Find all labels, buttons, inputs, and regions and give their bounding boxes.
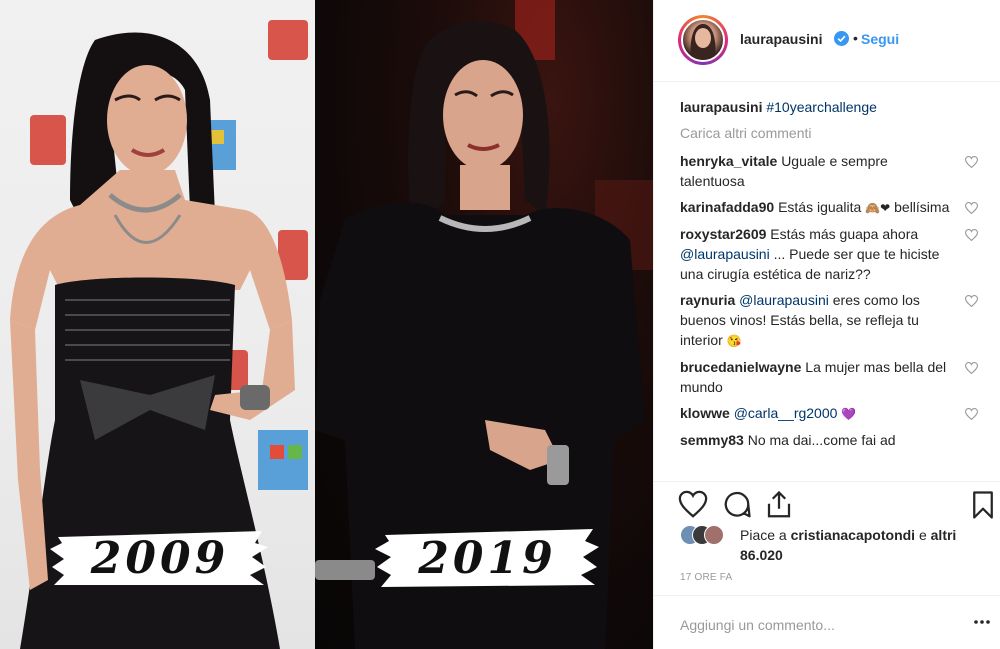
year-label-2019: 2019 [418,532,557,584]
comment-username-link[interactable]: roxystar2609 [680,226,766,242]
liker-avatar [704,525,724,545]
post-sidebar: laurapausini • Segui laurapausini #10yea… [653,0,1000,649]
caption-username-link[interactable]: laurapausini [680,99,762,115]
likers-avatars[interactable] [680,525,732,547]
year-banner-2009: 2009 [50,523,270,593]
comment-input[interactable] [680,614,950,636]
comment-item: roxystar2609 Estás más guapa ahora @laur… [680,224,980,284]
comment-like-heart-icon[interactable] [965,295,978,307]
comment-like-heart-icon[interactable] [965,408,978,420]
comment-like-heart-icon[interactable] [965,202,978,214]
like-heart-icon[interactable] [678,490,708,520]
comment-item: karinafadda90 Estás igualita 🙈❤ bellísim… [680,197,980,218]
likes-text: Piace a cristianacapotondi e altri 86.02… [740,525,980,565]
header-separator: • [853,30,858,46]
verified-badge-icon [834,31,849,46]
story-ring[interactable] [678,15,728,65]
comment-username-link[interactable]: henryka_vitale [680,153,777,169]
comment-like-heart-icon[interactable] [965,362,978,374]
comment-item: raynuria @laurapausini eres como los bue… [680,290,980,351]
comment-username-link[interactable]: klowwe [680,405,730,421]
comment-like-heart-icon[interactable] [965,156,978,168]
caption-hashtag-link[interactable]: #10yearchallenge [766,99,877,115]
year-banner-2019: 2019 [375,523,600,593]
follow-button[interactable]: Segui [861,31,899,47]
year-label-2009: 2009 [90,532,230,584]
comment-text-continued: bellísima [894,199,950,215]
comment-username-link[interactable]: karinafadda90 [680,199,774,215]
more-options-icon[interactable] [972,612,992,632]
comment-emoji: 🙈❤ [865,201,891,215]
post-actions-bar [654,481,1000,531]
comment-text: Estás más guapa ahora [770,226,919,242]
avatar[interactable] [681,18,725,62]
comment-username-link[interactable]: brucedanielwayne [680,359,801,375]
liker-username-link[interactable]: cristianacapotondi [791,527,915,543]
comment-text: Estás igualita [778,199,862,215]
comment-item: henryka_vitale Uguale e sempre talentuos… [680,151,980,191]
bookmark-icon[interactable] [968,490,998,520]
share-upload-icon[interactable] [764,490,794,520]
comment-item: brucedanielwayne La mujer mas bella del … [680,357,980,397]
comment-username-link[interactable]: raynuria [680,292,735,308]
comment-emoji: 😘 [726,334,742,348]
comment-emoji: 💜 [841,407,857,421]
load-more-comments-button[interactable]: Carica altri commenti [680,123,980,143]
comment-username-link[interactable]: semmy83 [680,432,744,448]
likes-prefix: Piace a [740,527,787,543]
header-username-link[interactable]: laurapausini [740,31,822,47]
post-photo[interactable]: 2009 2019 [0,0,653,649]
comment-item: klowwe @carla__rg2000 💜 [680,403,980,424]
comments-list[interactable]: laurapausini #10yearchallenge Carica alt… [680,97,980,481]
comment-item: semmy83 No ma dai...come fai ad [680,430,980,450]
post-caption: laurapausini #10yearchallenge [680,97,980,117]
comment-bubble-icon[interactable] [722,490,752,520]
comment-like-heart-icon[interactable] [965,229,978,241]
comment-mention-link[interactable]: @carla__rg2000 [734,405,838,421]
comment-text: No ma dai...come fai ad [747,432,896,448]
post-header: laurapausini • Segui [654,0,1000,82]
avatar-portrait-icon [690,24,716,60]
add-comment-bar: ••• [654,595,1000,649]
likes-connector: e [918,527,927,543]
comment-mention-link[interactable]: @laurapausini [680,246,770,262]
post-timestamp[interactable]: 17 ORE FA [680,572,732,583]
comment-mention-link[interactable]: @laurapausini [739,292,829,308]
